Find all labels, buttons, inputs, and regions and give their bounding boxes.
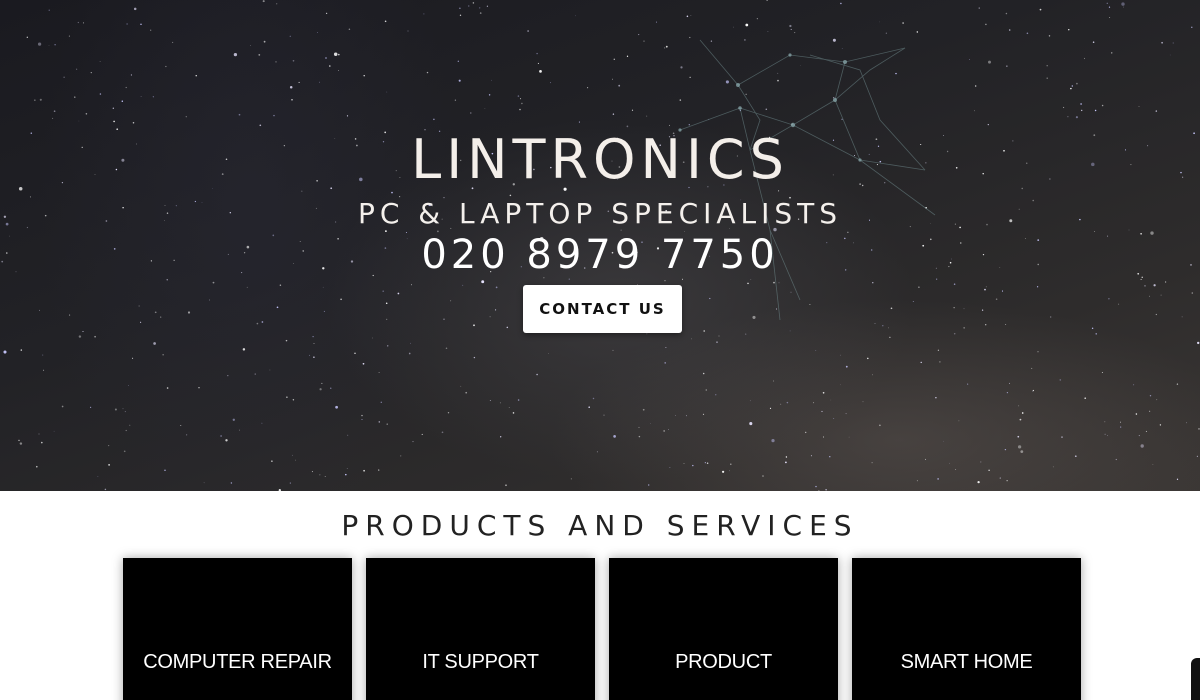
card-label: IT SUPPORT (422, 651, 539, 673)
brand-title: LINTRONICS (411, 128, 789, 191)
hero-content: LINTRONICS PC & LAPTOP SPECIALISTS 020 8… (0, 0, 1200, 491)
card-label: COMPUTER REPAIR (143, 651, 332, 673)
page: LINTRONICS PC & LAPTOP SPECIALISTS 020 8… (0, 0, 1200, 700)
card-it-support[interactable]: IT SUPPORT (366, 558, 595, 700)
card-label: SMART HOME (900, 651, 1033, 673)
card-label: PRODUCT (675, 651, 772, 673)
card-smart-home[interactable]: SMART HOME (852, 558, 1081, 700)
phone-number[interactable]: 020 8979 7750 (0, 231, 1200, 279)
tagline: PC & LAPTOP SPECIALISTS (357, 197, 843, 230)
card-computer-repair[interactable]: COMPUTER REPAIR (123, 558, 352, 700)
card-product[interactable]: PRODUCT (609, 558, 838, 700)
products-heading: PRODUCTS AND SERVICES (341, 509, 859, 542)
hero-banner: LINTRONICS PC & LAPTOP SPECIALISTS 020 8… (0, 0, 1200, 491)
contact-us-button[interactable]: CONTACT US (523, 285, 682, 333)
product-cards: COMPUTER REPAIR IT SUPPORT PRODUCT SMART… (123, 558, 1083, 700)
chat-widget-tab[interactable] (1191, 658, 1200, 700)
